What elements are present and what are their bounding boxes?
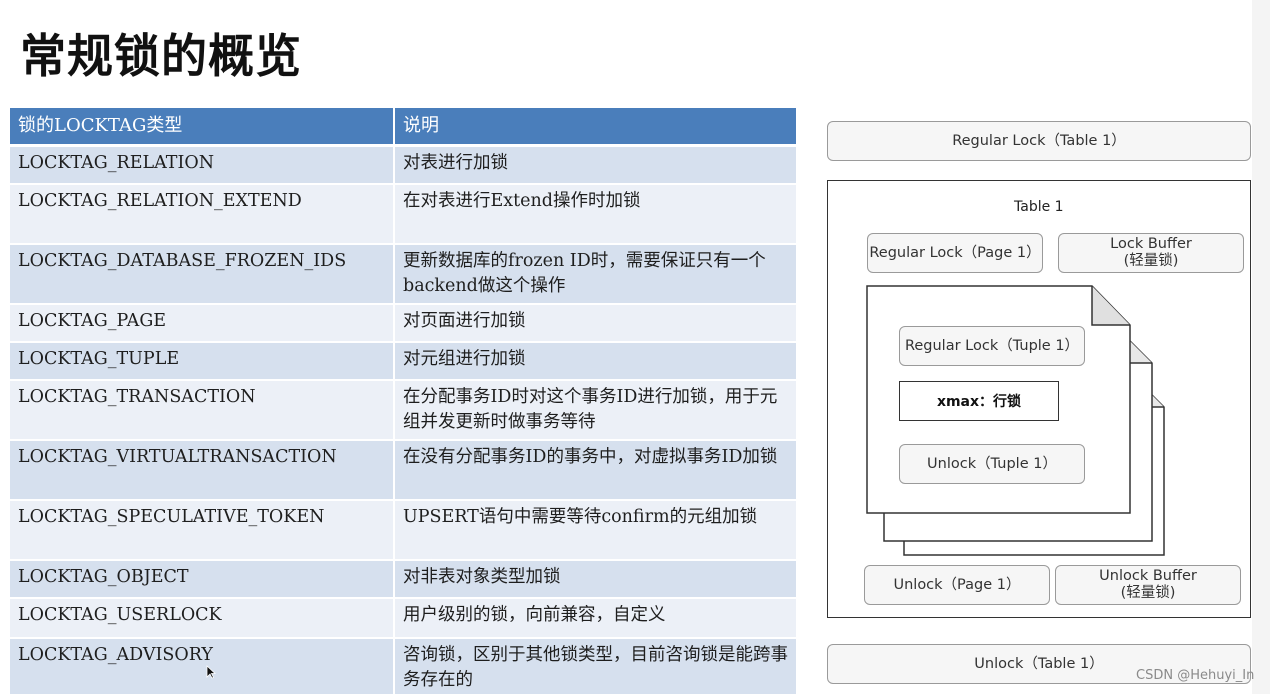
lock-buffer-box: Lock Buffer (轻量锁) [1058, 233, 1244, 273]
header-type: 锁的LOCKTAG类型 [18, 115, 183, 136]
regular-lock-page-box: Regular Lock（Page 1） [867, 233, 1043, 273]
table-row: LOCKTAG_TRANSACTION 在分配事务ID时对这个事务ID进行加锁，… [10, 379, 796, 439]
unlock-buffer-note: (轻量锁) [1120, 585, 1176, 601]
row-type: LOCKTAG_VIRTUALTRANSACTION [18, 447, 337, 467]
table1-label: Table 1 [1014, 199, 1064, 215]
table-row: LOCKTAG_PAGE 对页面进行加锁 [10, 303, 796, 341]
row-type: LOCKTAG_RELATION_EXTEND [18, 191, 302, 211]
row-desc: 对页面进行加锁 [393, 305, 796, 341]
row-desc: 咨询锁，区别于其他锁类型，目前咨询锁是能跨事务存在的 [393, 639, 796, 694]
table-row: LOCKTAG_USERLOCK 用户级别的锁，向前兼容，自定义 [10, 597, 796, 637]
row-desc: 在对表进行Extend操作时加锁 [393, 185, 796, 243]
regular-lock-table-box: Regular Lock（Table 1） [827, 121, 1251, 161]
table-row: LOCKTAG_RELATION 对表进行加锁 [10, 145, 796, 183]
watermark: CSDN @Hehuyi_In [1136, 668, 1255, 683]
lock-buffer-note: (轻量锁) [1123, 253, 1179, 269]
page-title: 常规锁的概览 [20, 29, 302, 83]
row-type: LOCKTAG_ADVISORY [18, 645, 213, 665]
unlock-page-box: Unlock（Page 1） [864, 565, 1050, 605]
row-desc: 用户级别的锁，向前兼容，自定义 [393, 599, 796, 637]
row-type: LOCKTAG_TRANSACTION [18, 387, 256, 407]
table-header: 锁的LOCKTAG类型 说明 [10, 108, 796, 144]
row-desc: 更新数据库的frozen ID时，需要保证只有一个backend做这个操作 [393, 245, 796, 303]
unlock-tuple-box: Unlock（Tuple 1） [899, 444, 1085, 484]
table-row: LOCKTAG_OBJECT 对非表对象类型加锁 [10, 559, 796, 597]
table-row: LOCKTAG_SPECULATIVE_TOKEN UPSERT语句中需要等待c… [10, 499, 796, 559]
row-type: LOCKTAG_USERLOCK [18, 605, 222, 625]
table-row: LOCKTAG_RELATION_EXTEND 在对表进行Extend操作时加锁 [10, 183, 796, 243]
window-edge [1252, 0, 1270, 694]
row-type: LOCKTAG_DATABASE_FROZEN_IDS [18, 251, 347, 271]
mouse-pointer-icon [206, 665, 216, 679]
row-desc: 在分配事务ID时对这个事务ID进行加锁，用于元组并发更新时做事务等待 [393, 381, 796, 439]
unlock-buffer-box: Unlock Buffer (轻量锁) [1055, 565, 1241, 605]
xmax-row-lock-box: xmax：行锁 [899, 381, 1059, 421]
header-desc: 说明 [393, 108, 796, 144]
unlock-buffer-label: Unlock Buffer [1099, 568, 1197, 584]
table-row: LOCKTAG_ADVISORY 咨询锁，区别于其他锁类型，目前咨询锁是能跨事务… [10, 637, 796, 694]
row-desc: 在没有分配事务ID的事务中，对虚拟事务ID加锁 [393, 441, 796, 499]
row-type: LOCKTAG_OBJECT [18, 567, 189, 587]
row-desc: 对元组进行加锁 [393, 343, 796, 379]
lock-buffer-label: Lock Buffer [1110, 236, 1192, 252]
row-desc: 对表进行加锁 [393, 147, 796, 183]
table-row: LOCKTAG_TUPLE 对元组进行加锁 [10, 341, 796, 379]
row-type: LOCKTAG_RELATION [18, 153, 215, 173]
regular-lock-tuple-box: Regular Lock（Tuple 1） [899, 326, 1085, 366]
row-type: LOCKTAG_PAGE [18, 311, 167, 331]
row-desc: UPSERT语句中需要等待confirm的元组加锁 [393, 501, 796, 559]
row-type: LOCKTAG_TUPLE [18, 349, 180, 369]
row-type: LOCKTAG_SPECULATIVE_TOKEN [18, 507, 325, 527]
table-row: LOCKTAG_VIRTUALTRANSACTION 在没有分配事务ID的事务中… [10, 439, 796, 499]
row-desc: 对非表对象类型加锁 [393, 561, 796, 597]
table-row: LOCKTAG_DATABASE_FROZEN_IDS 更新数据库的frozen… [10, 243, 796, 303]
